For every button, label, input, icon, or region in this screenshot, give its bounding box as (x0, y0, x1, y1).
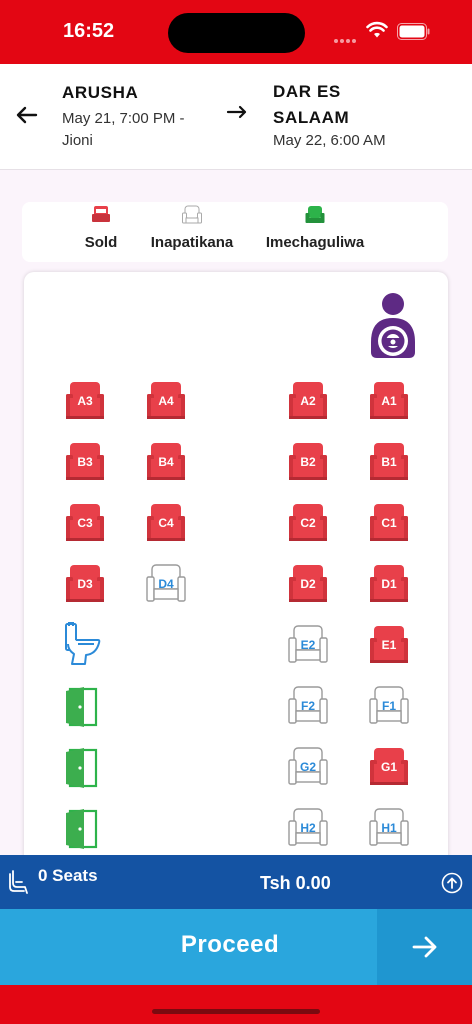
seat-label: D4 (158, 577, 174, 591)
seat-a1: A1 (368, 380, 410, 422)
battery-icon (397, 23, 430, 40)
seat-label: D2 (300, 577, 316, 591)
seat-a3: A3 (64, 380, 106, 422)
seat-label: A2 (300, 394, 316, 408)
seat-h1[interactable]: H1 (368, 807, 410, 849)
seat-b1: B1 (368, 441, 410, 483)
seat-label: C4 (158, 516, 174, 530)
seat-label: C1 (381, 516, 397, 530)
seat-e2[interactable]: E2 (287, 624, 329, 666)
departure-time: May 21, 7:00 PM - Jioni (62, 110, 185, 149)
seat-g2[interactable]: G2 (287, 746, 329, 788)
seat-label: B4 (158, 455, 174, 469)
seat-label: D3 (77, 577, 93, 591)
sold-seat-icon (92, 206, 110, 222)
seat-label: B1 (381, 455, 397, 469)
seat-b4: B4 (145, 441, 187, 483)
door-icon (62, 683, 104, 734)
seat-legend: Sold Inapatikana Imechaguliwa (22, 202, 448, 262)
seat-label: A3 (77, 394, 93, 408)
legend-sold: Sold (78, 202, 124, 262)
seat-label: A1 (381, 394, 397, 408)
seat-label: E2 (300, 638, 316, 652)
seat-label: C2 (300, 516, 316, 530)
seat-e1: E1 (368, 624, 410, 666)
destination-city: DAR ES SALAAM (273, 82, 350, 127)
seat-map: A3 A4 A2 A1 B3 B4 B2 B1 C3 C4 C2 C1 D3 D4 D2 D1 E2 E1 F2 F1… (24, 272, 448, 872)
seat-b2: B2 (287, 441, 329, 483)
available-seat-icon (182, 205, 202, 224)
legend-selected: Imechaguliwa (258, 202, 372, 262)
seat-label: G1 (380, 760, 397, 774)
seat-c1: C1 (368, 502, 410, 544)
seat-label: D1 (381, 577, 397, 591)
booking-summary-bar: 0 Seats Tsh 0.00 (0, 855, 472, 909)
signal-icon (334, 30, 360, 43)
seat-b3: B3 (64, 441, 106, 483)
seat-label: G2 (299, 760, 316, 774)
trip-header: ARUSHA May 21, 7:00 PM - Jioni DAR ES SA… (0, 64, 472, 170)
wifi-icon (366, 21, 388, 38)
seat-a2: A2 (287, 380, 329, 422)
proceed-bar: Proceed (0, 909, 472, 985)
seat-label: H2 (300, 821, 316, 835)
arrow-right-icon (412, 936, 437, 958)
legend-available: Inapatikana (144, 202, 240, 262)
seat-c2: C2 (287, 502, 329, 544)
arrow-right-icon (226, 105, 247, 119)
seat-label: F1 (381, 699, 396, 713)
door-icon (62, 744, 104, 795)
seat-d3: D3 (64, 563, 106, 605)
seat-label: B2 (300, 455, 316, 469)
selected-seat-icon (305, 206, 325, 223)
seat-h2[interactable]: H2 (287, 807, 329, 849)
proceed-button[interactable]: Proceed (0, 909, 377, 985)
seat-f1[interactable]: F1 (368, 685, 410, 727)
arrival-time: May 22, 6:00 AM (273, 132, 386, 149)
origin-city: ARUSHA (62, 83, 139, 102)
seat-label: H1 (381, 821, 397, 835)
seat-label: B3 (77, 455, 93, 469)
seat-d2: D2 (287, 563, 329, 605)
home-indicator (152, 1009, 320, 1014)
status-time: 16:52 (63, 20, 115, 42)
seat-d4[interactable]: D4 (145, 563, 187, 605)
door-icon (62, 805, 104, 856)
seat-a4: A4 (145, 380, 187, 422)
seat-g1: G1 (368, 746, 410, 788)
selected-seats-count: 0 Seats (38, 866, 98, 885)
seat-c3: C3 (64, 502, 106, 544)
status-bar: 16:52 (0, 0, 472, 64)
toilet-icon (62, 621, 104, 673)
total-price: Tsh 0.00 (260, 873, 331, 893)
seat-label: E1 (381, 638, 397, 652)
seat-c4: C4 (145, 502, 187, 544)
seat-d1: D1 (368, 563, 410, 605)
dynamic-island (168, 13, 305, 53)
proceed-arrow-button[interactable] (377, 909, 472, 985)
seat-label: C3 (77, 516, 93, 530)
back-button[interactable] (12, 100, 42, 130)
seat-label: F2 (300, 699, 315, 713)
seat-label: A4 (158, 394, 174, 408)
seat-icon (9, 870, 28, 894)
expand-up-icon[interactable] (441, 872, 463, 894)
steering-wheel-icon (371, 293, 415, 358)
bottom-bar (0, 985, 472, 1024)
seat-f2[interactable]: F2 (287, 685, 329, 727)
